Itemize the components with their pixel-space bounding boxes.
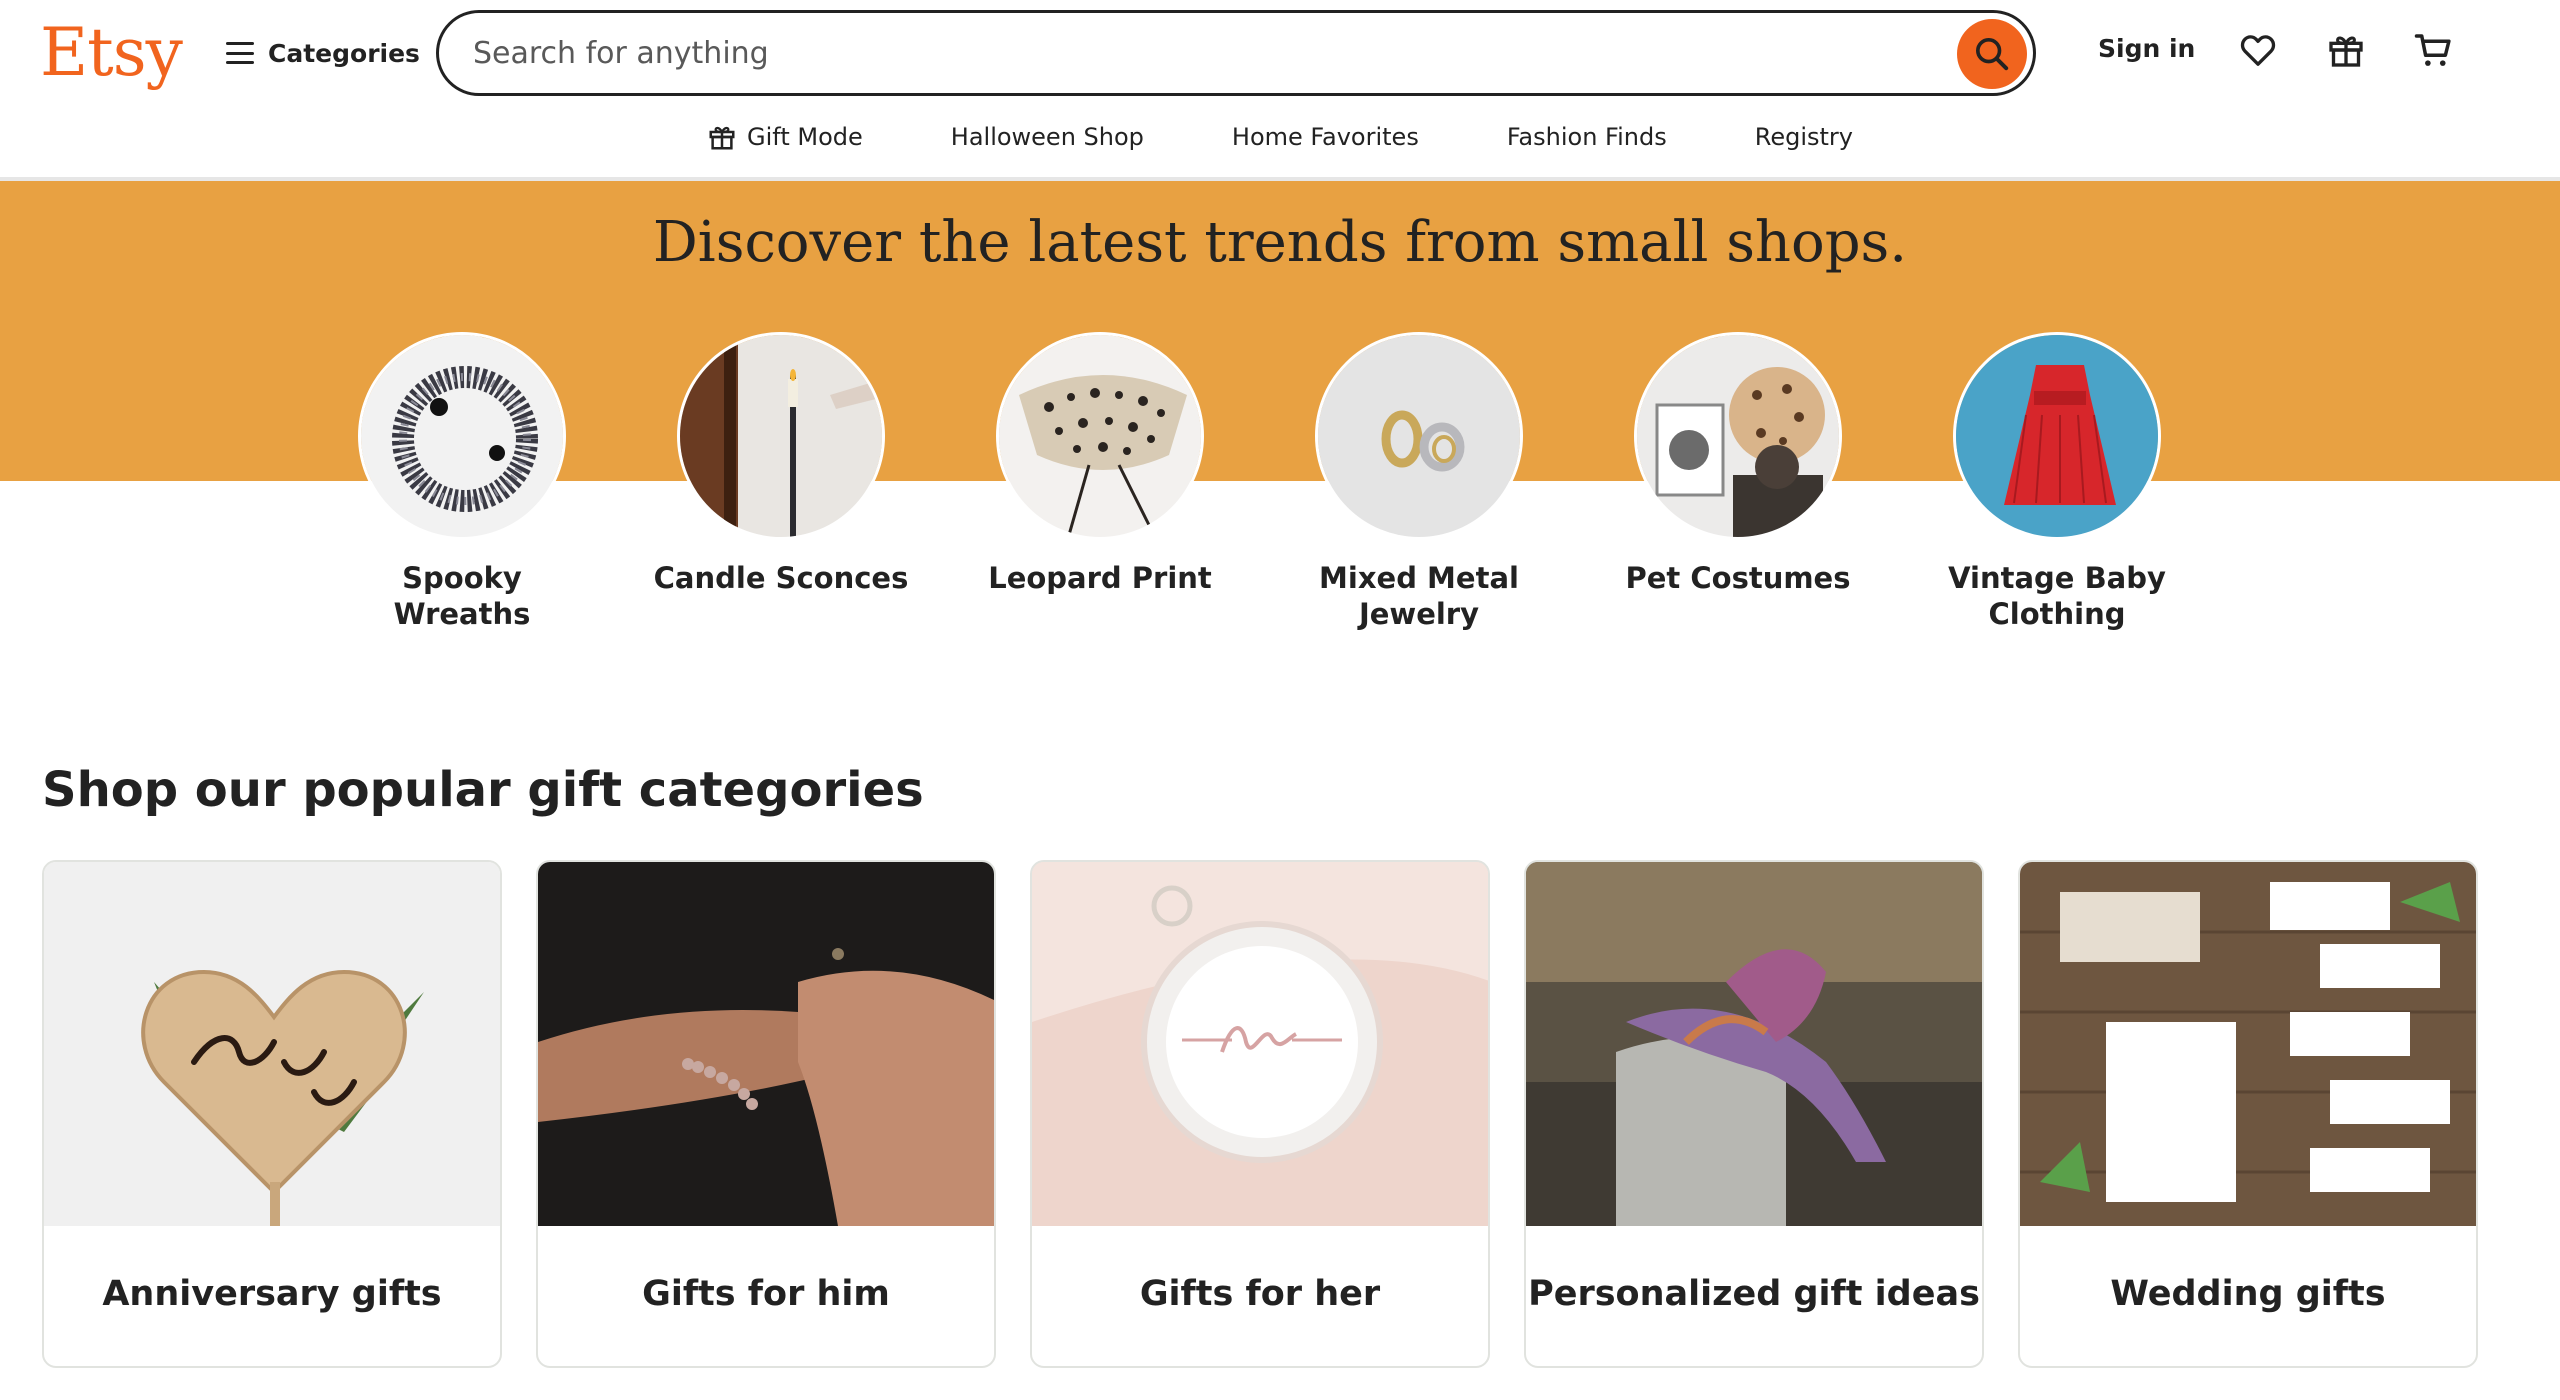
nav-registry[interactable]: Registry	[1755, 123, 1853, 151]
gift-categories-title: Shop our popular gift categories	[42, 762, 924, 818]
search-icon	[1976, 38, 2009, 71]
gift-card-label: Gifts for her	[1139, 1274, 1381, 1314]
sign-in-link[interactable]: Sign in	[2098, 34, 2195, 63]
heart-icon	[2240, 35, 2276, 66]
trend-image	[677, 332, 885, 540]
categories-button[interactable]: Categories	[226, 26, 420, 80]
menu-icon	[226, 42, 254, 64]
trend-label: Pet Costumes	[1625, 561, 1851, 595]
nav-fashion-finds[interactable]: Fashion Finds	[1507, 123, 1667, 151]
gift-card-him[interactable]: Gifts for him	[536, 860, 996, 1368]
gift-icon	[2329, 36, 2363, 67]
gift-card-image	[2020, 862, 2476, 1226]
trend-candle-sconces[interactable]: Candle Sconces	[651, 332, 911, 596]
gift-card-anniversary[interactable]: Anniversary gifts	[42, 860, 502, 1368]
gift-card-image	[538, 862, 994, 1226]
nav-label: Gift Mode	[747, 123, 863, 151]
nav-label: Registry	[1754, 123, 1853, 151]
gift-card-image	[1526, 862, 1982, 1226]
trend-image	[1315, 332, 1523, 540]
gift-card-her[interactable]: Gifts for her	[1030, 860, 1490, 1368]
header: Etsy Categories Sign in	[0, 0, 2560, 100]
trend-pet-costumes[interactable]: Pet Costumes	[1608, 332, 1868, 596]
gift-card-wedding[interactable]: Wedding gifts	[2018, 860, 2478, 1368]
gift-card-label: Personalized gift ideas	[1528, 1274, 1980, 1314]
trend-image	[1953, 332, 2161, 540]
trend-image	[996, 332, 1204, 540]
gift-card-label: Anniversary gifts	[102, 1274, 442, 1314]
gift-card-image	[1032, 862, 1488, 1226]
nav-home-favorites[interactable]: Home Favorites	[1232, 123, 1419, 151]
trend-label: Candle Sconces	[653, 561, 909, 595]
nav-halloween-shop[interactable]: Halloween Shop	[951, 123, 1144, 151]
trend-image	[1634, 332, 1842, 540]
cart-button[interactable]	[2410, 26, 2458, 74]
trend-label: Spooky Wreaths	[393, 561, 531, 631]
gift-button[interactable]	[2322, 26, 2370, 74]
trend-image	[358, 332, 566, 540]
nav-label: Fashion Finds	[1506, 123, 1667, 151]
trend-spooky-wreaths[interactable]: Spooky Wreaths	[332, 332, 592, 632]
trend-label: Leopard Print	[988, 561, 1212, 595]
gift-icon	[709, 126, 735, 150]
trend-label: Vintage Baby Clothing	[1948, 561, 2166, 631]
etsy-logo[interactable]: Etsy	[40, 8, 183, 98]
trend-mixed-metal-jewelry[interactable]: Mixed Metal Jewelry	[1289, 332, 1549, 632]
banner-title: Discover the latest trends from small sh…	[652, 210, 1908, 275]
nav-label: Halloween Shop	[950, 123, 1144, 151]
categories-label: Categories	[268, 38, 420, 68]
sub-navigation: Gift Mode Halloween Shop Home Favorites …	[0, 112, 2560, 162]
gift-card-label: Wedding gifts	[2110, 1274, 2386, 1314]
search-button[interactable]	[1957, 19, 2027, 89]
search-input[interactable]	[473, 23, 1873, 83]
search-bar	[436, 10, 2036, 96]
nav-gift-mode[interactable]: Gift Mode	[707, 122, 863, 152]
gift-card-label: Gifts for him	[642, 1274, 890, 1314]
trend-leopard-print[interactable]: Leopard Print	[970, 332, 1230, 596]
favorites-button[interactable]	[2234, 26, 2282, 74]
gift-card-image	[44, 862, 500, 1226]
trend-vintage-baby-clothing[interactable]: Vintage Baby Clothing	[1927, 332, 2187, 632]
trend-label: Mixed Metal Jewelry	[1319, 561, 1519, 631]
nav-label: Home Favorites	[1231, 123, 1419, 151]
gift-card-personalized[interactable]: Personalized gift ideas	[1524, 860, 1984, 1368]
cart-icon	[2414, 34, 2451, 66]
